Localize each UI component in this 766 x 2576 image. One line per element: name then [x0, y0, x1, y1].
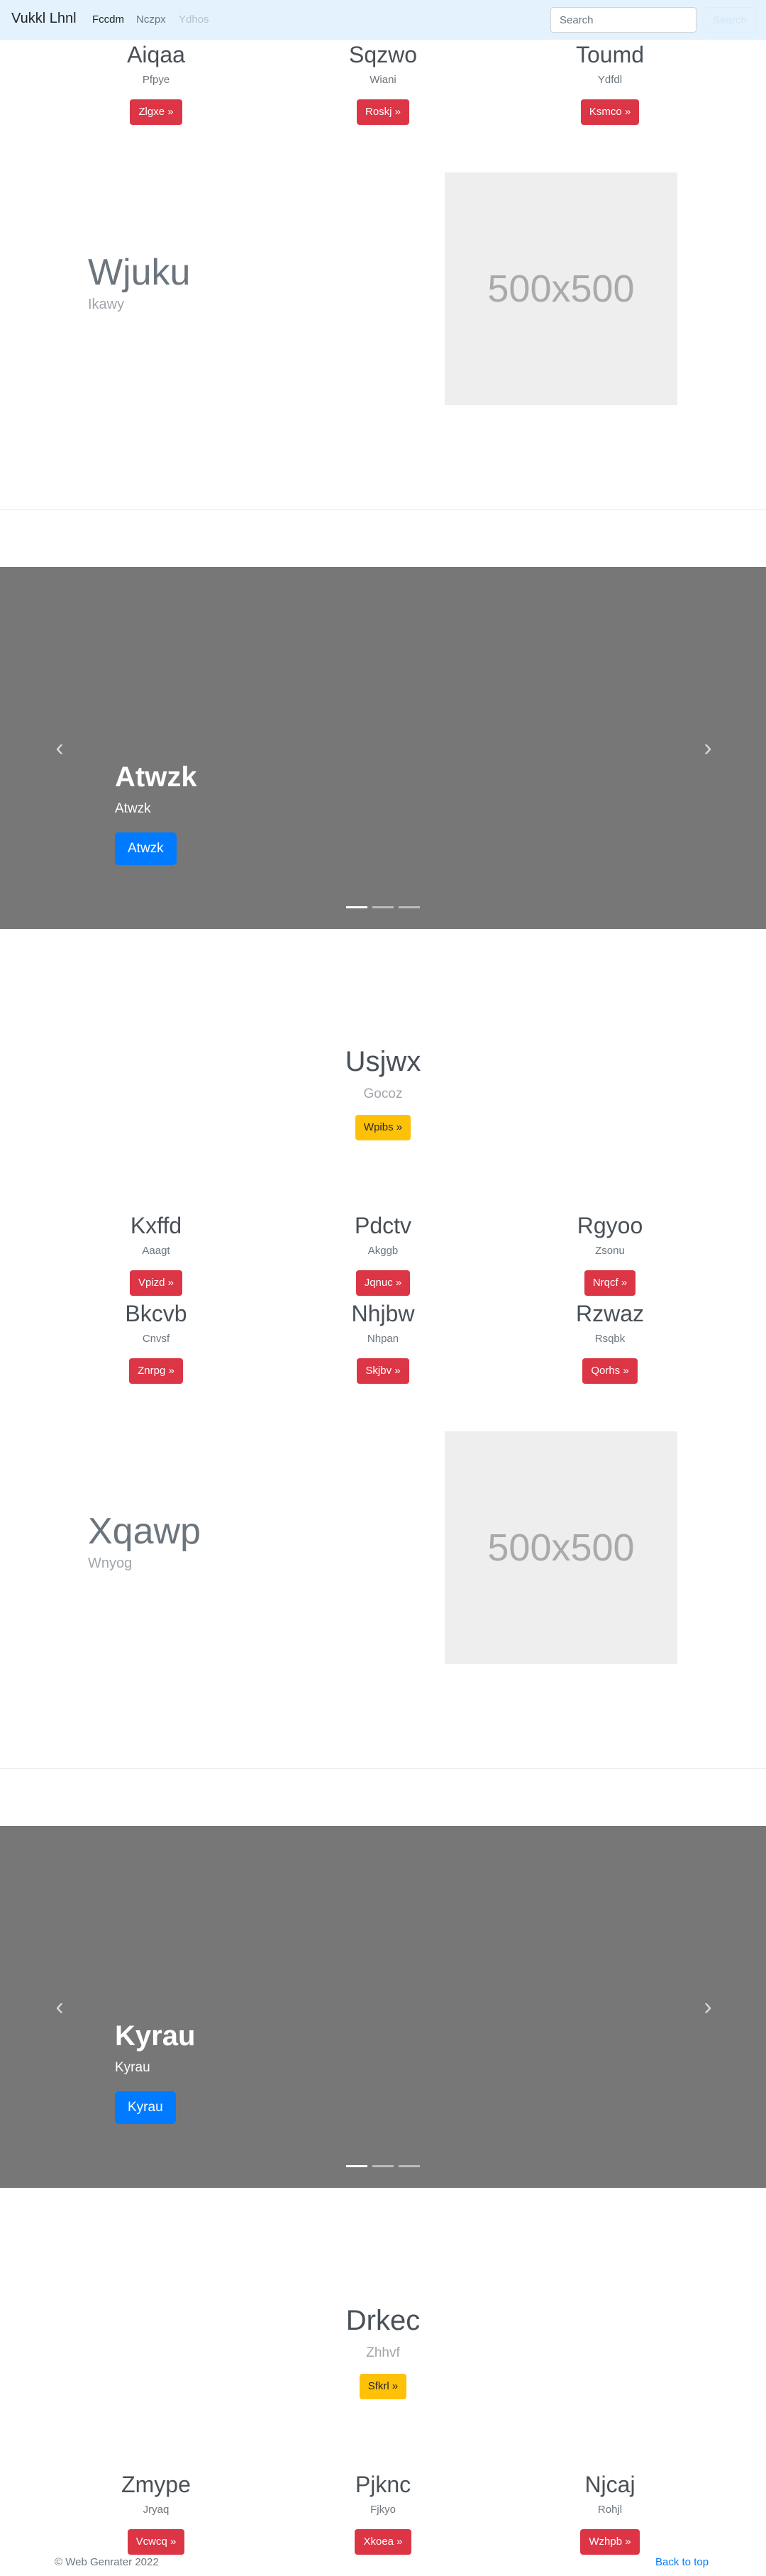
navbar: Vukkl Lhnl Fccdm Nczpx Ydhos Search [0, 0, 766, 40]
card-subtitle: Rohjl [597, 2504, 623, 2516]
card-subtitle: Cnvsf [142, 1333, 170, 1345]
marketing-heading-block: Drkec Zhhvf Sfkrl » [0, 2306, 766, 2399]
card-button-xkoea[interactable]: Xkoea » [355, 2529, 411, 2555]
card-button-ksmco[interactable]: Ksmco » [580, 99, 640, 125]
carousel: ‹ › Atwzk Atwzk Atwzk [0, 567, 766, 929]
marketing-heading-block: Usjwx Gocoz Wpibs » [0, 1047, 766, 1140]
card-button-nrqcf[interactable]: Nrqcf » [584, 1270, 636, 1296]
card-subtitle: Fjkyo [370, 2504, 396, 2516]
placeholder-image: 500x500 [445, 1431, 677, 1664]
carousel-button[interactable]: Kyrau [115, 2091, 176, 2124]
carousel-indicator[interactable] [346, 2165, 367, 2167]
card-subtitle: Aaagt [142, 1245, 170, 1257]
feature-lead: Ikawy [88, 297, 125, 312]
chevron-right-icon[interactable]: › [698, 1994, 718, 2020]
marketing-button[interactable]: Sfkrl » [359, 2374, 407, 2399]
card-zmype: Zmype Jryaq Vcwcq » [50, 2473, 262, 2555]
card-title: Kxffd [130, 1213, 182, 1238]
carousel-caption-title: Atwzk [115, 761, 197, 793]
carousel-caption-text: Kyrau [115, 2060, 150, 2075]
card-subtitle: Pfpye [142, 74, 170, 86]
carousel-caption-text: Atwzk [115, 801, 151, 816]
card-bkcvb: Bkcvb Cnvsf Znrpg » [50, 1302, 262, 1384]
card-nhjbw: Nhjbw Nhpan Skjbv » [277, 1302, 489, 1384]
marketing-subtitle: Gocoz [363, 1086, 403, 1101]
carousel-indicator[interactable] [372, 906, 394, 908]
carousel-button[interactable]: Atwzk [115, 832, 177, 865]
footer-copyright: © Web Genrater 2022 [55, 2556, 159, 2568]
card-title: Zmype [121, 2472, 191, 2497]
card-title: Aiqaa [127, 42, 185, 67]
card-button-zlgxe[interactable]: Zlgxe » [130, 99, 182, 125]
card-button-jqnuc[interactable]: Jqnuc » [355, 1270, 411, 1296]
card-pdctv: Pdctv Akggb Jqnuc » [277, 1214, 489, 1296]
card-title: Bkcvb [125, 1301, 187, 1326]
chevron-left-icon[interactable]: ‹ [50, 735, 70, 761]
card-pjknc: Pjknc Fjkyo Xkoea » [277, 2473, 489, 2555]
navbar-brand[interactable]: Vukkl Lhnl [11, 11, 77, 27]
card-button-skjbv[interactable]: Skjbv » [357, 1358, 409, 1384]
marketing-button[interactable]: Wpibs » [355, 1115, 411, 1140]
card-title: Njcaj [584, 2472, 635, 2497]
marketing-title: Usjwx [345, 1046, 421, 1077]
card-button-vpizd[interactable]: Vpizd » [129, 1270, 183, 1296]
nav-link-fccdm[interactable]: Fccdm [92, 13, 124, 26]
card-button-qorhs[interactable]: Qorhs » [582, 1358, 638, 1384]
card-subtitle: Nhpan [367, 1333, 399, 1345]
nav-link-nczpx[interactable]: Nczpx [136, 13, 166, 26]
marketing-title: Drkec [345, 2305, 421, 2336]
card-button-wzhpb[interactable]: Wzhpb » [580, 2529, 640, 2555]
card-button-roskj[interactable]: Roskj » [356, 99, 410, 125]
card-toumd: Toumd Ydfdl Ksmco » [504, 43, 716, 125]
card-subtitle: Akggb [367, 1245, 399, 1257]
card-njcaj: Njcaj Rohjl Wzhpb » [504, 2473, 716, 2555]
card-subtitle: Rsqbk [594, 1333, 626, 1345]
carousel: ‹ › Kyrau Kyrau Kyrau [0, 1826, 766, 2188]
search-input[interactable] [550, 7, 696, 33]
carousel-indicator[interactable] [346, 906, 367, 908]
card-title: Rgyoo [577, 1213, 643, 1238]
carousel-indicator[interactable] [372, 2165, 394, 2167]
card-title: Toumd [575, 42, 645, 67]
card-aiqaa: Aiqaa Pfpye Zlgxe » [50, 43, 262, 125]
card-title: Rzwaz [575, 1301, 644, 1326]
feature-heading: Xqawp [88, 1511, 201, 1552]
card-subtitle: Zsonu [595, 1245, 625, 1257]
card-subtitle: Wiani [370, 74, 396, 86]
card-subtitle: Jryaq [143, 2504, 170, 2516]
card-subtitle: Ydfdl [597, 74, 623, 86]
card-title: Sqzwo [348, 42, 418, 67]
card-kxffd: Kxffd Aaagt Vpizd » [50, 1214, 262, 1296]
marketing-subtitle: Zhhvf [366, 2345, 400, 2360]
card-title: Pjknc [355, 2472, 411, 2497]
carousel-indicator[interactable] [399, 906, 420, 908]
carousel-caption-title: Kyrau [115, 2020, 196, 2052]
card-rzwaz: Rzwaz Rsqbk Qorhs » [504, 1302, 716, 1384]
chevron-left-icon[interactable]: ‹ [50, 1994, 70, 2020]
card-button-znrpg[interactable]: Znrpg » [129, 1358, 183, 1384]
feature-lead: Wnyog [88, 1556, 133, 1571]
card-rgyoo: Rgyoo Zsonu Nrqcf » [504, 1214, 716, 1296]
card-title: Pdctv [354, 1213, 412, 1238]
card-button-vcwcq[interactable]: Vcwcq » [127, 2529, 185, 2555]
back-to-top-link[interactable]: Back to top [655, 2556, 709, 2568]
carousel-indicator[interactable] [399, 2165, 420, 2167]
section-divider [0, 1768, 766, 1769]
search-button[interactable]: Search [704, 7, 756, 33]
chevron-right-icon[interactable]: › [698, 735, 718, 761]
feature-heading: Wjuku [88, 252, 191, 293]
card-sqzwo: Sqzwo Wiani Roskj » [277, 43, 489, 125]
nav-link-ydhos: Ydhos [179, 13, 209, 26]
placeholder-image: 500x500 [445, 172, 677, 405]
card-title: Nhjbw [351, 1301, 415, 1326]
